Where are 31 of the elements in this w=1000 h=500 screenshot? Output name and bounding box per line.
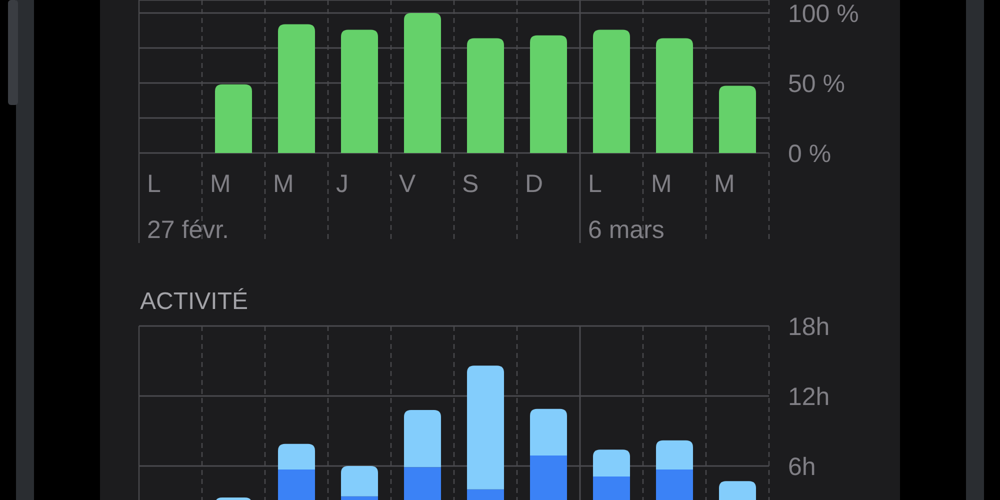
bar <box>278 470 315 500</box>
day-label: M <box>273 170 294 198</box>
axis-label: 100 % <box>788 0 859 28</box>
bar <box>719 86 756 153</box>
bar <box>719 481 756 500</box>
axis-label: 12h <box>788 383 830 411</box>
day-label: M <box>714 170 735 198</box>
bar <box>530 408 567 456</box>
bar <box>593 450 630 476</box>
bar <box>215 84 252 153</box>
day-label: V <box>399 170 416 198</box>
day-label: D <box>525 170 544 198</box>
section-title: ACTIVITÉ <box>140 288 248 315</box>
axis-label: 6h <box>788 453 816 481</box>
bar <box>656 440 693 470</box>
date-label: 6 mars <box>588 216 664 244</box>
bar <box>593 476 630 500</box>
axis-label: 50 % <box>788 70 845 98</box>
bar <box>215 498 252 500</box>
bar <box>656 470 693 500</box>
bar <box>278 444 315 470</box>
axis-label: 0 % <box>788 140 832 168</box>
axis-label: 18h <box>788 313 830 341</box>
day-label: L <box>147 170 161 198</box>
date-label: 27 févr. <box>147 216 229 244</box>
day-label: J <box>336 170 348 198</box>
day-label: M <box>651 170 672 198</box>
bar <box>530 456 567 500</box>
day-label: S <box>462 170 479 198</box>
day-label: L <box>588 170 602 198</box>
day-label: M <box>210 170 231 198</box>
